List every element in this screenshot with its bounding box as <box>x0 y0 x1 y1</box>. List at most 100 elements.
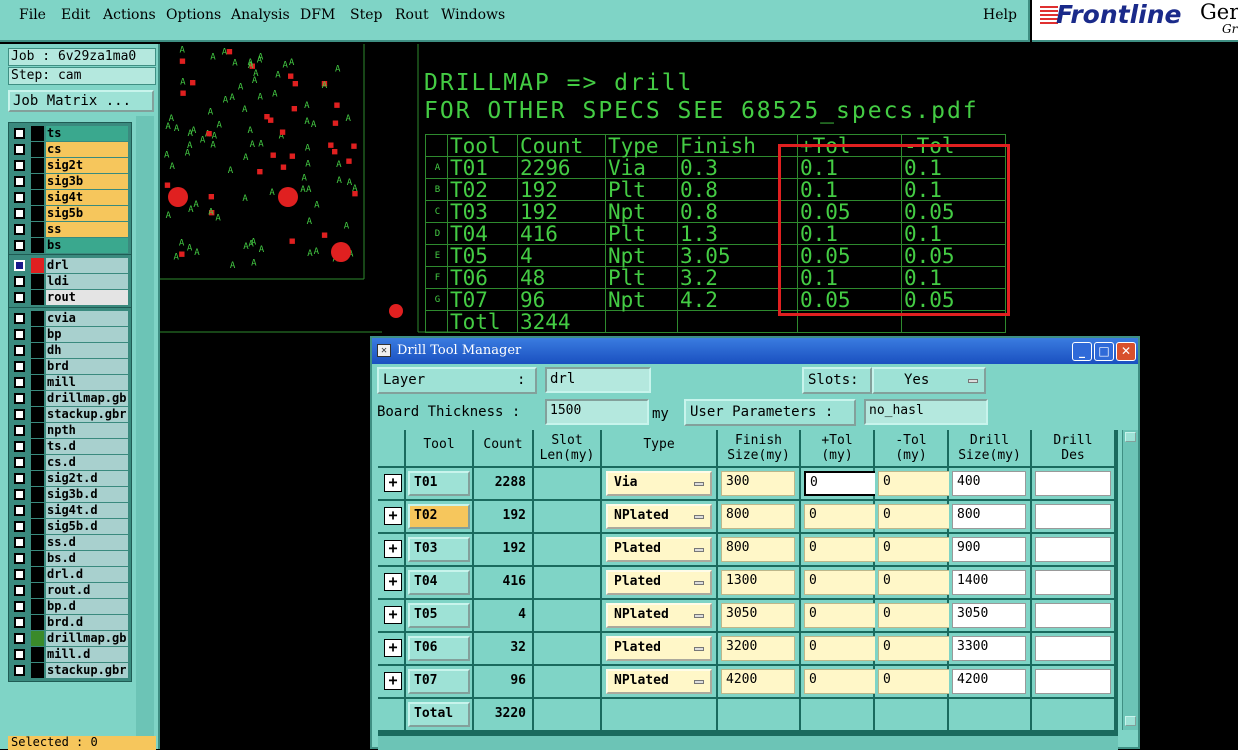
drill-size-input[interactable]: 4200 <box>952 669 1026 694</box>
minus-tol-input[interactable]: 0 <box>878 603 952 628</box>
type-select[interactable]: NPlated <box>606 669 712 694</box>
type-select[interactable]: Plated <box>606 537 712 562</box>
column-header-tool[interactable]: Tool <box>406 430 474 466</box>
layer-checkbox[interactable] <box>14 601 25 612</box>
minus-tol-input[interactable]: 0 <box>878 537 952 562</box>
finish-size-input[interactable]: 3200 <box>721 636 795 661</box>
layer-row[interactable]: ldi <box>11 274 129 290</box>
layer-name[interactable]: bs <box>46 238 128 253</box>
layer-field[interactable]: drl <box>545 367 651 393</box>
layer-checkbox[interactable] <box>14 260 25 271</box>
layer-checkbox[interactable] <box>14 617 25 628</box>
scroll-down-icon[interactable] <box>1125 716 1136 726</box>
expand-row-icon[interactable]: + <box>384 507 402 525</box>
drill-des-input[interactable] <box>1035 471 1111 496</box>
drill-des-input[interactable] <box>1035 669 1111 694</box>
tool-table-vscroll[interactable] <box>1122 430 1138 730</box>
layer-checkbox[interactable] <box>14 224 25 235</box>
layer-name[interactable]: brd <box>46 359 128 374</box>
layer-row[interactable]: drl.d <box>11 567 129 583</box>
layer-checkbox[interactable] <box>14 345 25 356</box>
drill-size-input[interactable]: 3300 <box>952 636 1026 661</box>
layer-checkbox[interactable] <box>14 425 25 436</box>
column-header-mtol[interactable]: -Tol (my) <box>875 430 949 466</box>
layer-name[interactable]: drillmap.gbr <box>46 631 128 646</box>
layer-checkbox[interactable] <box>14 473 25 484</box>
layer-checkbox[interactable] <box>14 276 25 287</box>
expand-row-icon[interactable]: + <box>384 573 402 591</box>
layer-name[interactable]: mill <box>46 375 128 390</box>
tool-table-hscroll[interactable] <box>378 736 1118 750</box>
layer-name[interactable]: ss.d <box>46 535 128 550</box>
drill-size-input[interactable]: 400 <box>952 471 1026 496</box>
column-header-drill[interactable]: Drill Size(my) <box>949 430 1032 466</box>
layer-checkbox[interactable] <box>14 409 25 420</box>
user-parameters-button[interactable]: User Parameters : <box>684 399 856 426</box>
expand-row-icon[interactable]: + <box>384 639 402 657</box>
layer-row[interactable]: dh <box>11 343 129 359</box>
layer-name[interactable]: npth <box>46 423 128 438</box>
layer-name[interactable]: dh <box>46 343 128 358</box>
layer-row[interactable]: rout <box>11 290 129 306</box>
menu-windows[interactable]: Windows <box>441 7 505 23</box>
layer-row[interactable]: sig5b <box>11 206 129 222</box>
layer-row[interactable]: stackup.gbr <box>11 663 129 679</box>
expand-row-icon[interactable]: + <box>384 474 402 492</box>
type-select[interactable]: Via <box>606 471 712 496</box>
drill-des-input[interactable] <box>1035 504 1111 529</box>
layer-row[interactable]: cs.d <box>11 455 129 471</box>
minus-tol-input[interactable]: 0 <box>878 669 952 694</box>
column-header-des[interactable]: Drill Des <box>1032 430 1116 466</box>
layer-name[interactable]: rout <box>46 290 128 305</box>
minus-tol-input[interactable]: 0 <box>878 570 952 595</box>
maximize-button[interactable]: □ <box>1094 342 1114 361</box>
expand-row-icon[interactable]: + <box>384 672 402 690</box>
menu-step[interactable]: Step <box>350 7 382 23</box>
layer-checkbox[interactable] <box>14 569 25 580</box>
drill-size-input[interactable]: 1400 <box>952 570 1026 595</box>
drill-size-input[interactable]: 800 <box>952 504 1026 529</box>
plus-tol-input[interactable]: 0 <box>804 570 878 595</box>
type-select[interactable]: NPlated <box>606 504 712 529</box>
layer-name[interactable]: stackup.gbr <box>46 663 128 678</box>
menu-help[interactable]: Help <box>983 7 1017 23</box>
layer-row[interactable]: stackup.gbr <box>11 407 129 423</box>
layer-checkbox[interactable] <box>14 553 25 564</box>
minus-tol-input[interactable]: 0 <box>878 504 952 529</box>
layer-checkbox[interactable] <box>14 521 25 532</box>
layer-name[interactable]: ss <box>46 222 128 237</box>
layer-row[interactable]: brd.d <box>11 615 129 631</box>
drill-des-input[interactable] <box>1035 603 1111 628</box>
layer-row[interactable]: sig3b.d <box>11 487 129 503</box>
column-header-slot[interactable]: Slot Len(my) <box>534 430 602 466</box>
layer-row[interactable]: sig4t.d <box>11 503 129 519</box>
plus-tol-input[interactable]: 0 <box>804 504 878 529</box>
layer-name[interactable]: ts <box>46 126 128 141</box>
board-thickness-field[interactable]: 1500 <box>545 399 649 425</box>
layer-checkbox[interactable] <box>14 128 25 139</box>
finish-size-input[interactable]: 3050 <box>721 603 795 628</box>
layer-checkbox[interactable] <box>14 537 25 548</box>
layer-name[interactable]: sig3b.d <box>46 487 128 502</box>
layer-checkbox[interactable] <box>14 489 25 500</box>
tool-button[interactable]: T01 <box>408 471 470 496</box>
layer-row[interactable]: bp.d <box>11 599 129 615</box>
tool-button[interactable]: T07 <box>408 669 470 694</box>
layer-name[interactable]: ts.d <box>46 439 128 454</box>
finish-size-input[interactable]: 1300 <box>721 570 795 595</box>
layer-row[interactable]: mill.d <box>11 647 129 663</box>
layer-row[interactable]: ss <box>11 222 129 238</box>
plus-tol-input[interactable]: 0 <box>804 603 878 628</box>
layer-name[interactable]: mill.d <box>46 647 128 662</box>
layer-checkbox[interactable] <box>14 329 25 340</box>
layer-name[interactable]: sig2t <box>46 158 128 173</box>
layer-panel-scrollbar[interactable] <box>136 116 154 736</box>
type-select[interactable]: NPlated <box>606 603 712 628</box>
layer-checkbox[interactable] <box>14 160 25 171</box>
layer-checkbox[interactable] <box>14 176 25 187</box>
layer-name[interactable]: sig4t <box>46 190 128 205</box>
layer-name[interactable]: sig2t.d <box>46 471 128 486</box>
layer-row[interactable]: drl <box>11 258 129 274</box>
menu-actions[interactable]: Actions <box>103 7 156 23</box>
finish-size-input[interactable]: 800 <box>721 537 795 562</box>
